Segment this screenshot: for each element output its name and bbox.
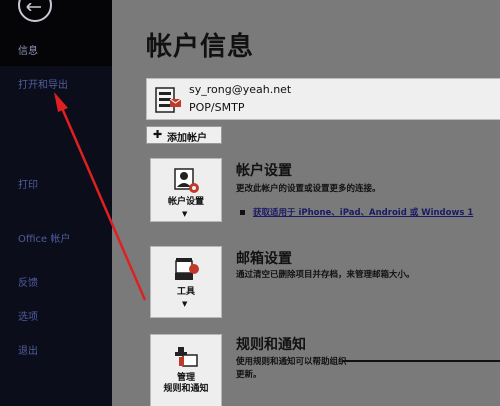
manage-rules-button[interactable]: 管理 规则和通知 <box>150 334 222 406</box>
account-email: sy_rong@yeah.net <box>189 83 292 96</box>
rules-alerts-title: 规则和通知 <box>236 337 306 353</box>
account-settings-button[interactable]: 帐户设置 ▼ <box>150 158 222 222</box>
account-settings-tile-label: 帐户设置 <box>167 197 204 207</box>
sidebar-item-info[interactable]: 信息 <box>18 46 38 58</box>
manage-rules-label-line2: 规则和通知 <box>163 384 209 394</box>
mailbox-settings-desc: 通过清空已删除项目并存档，来管理邮箱大小。 <box>236 270 415 280</box>
account-settings-title: 帐户设置 <box>236 163 292 179</box>
rules-alerts-icon <box>175 347 198 367</box>
mobile-app-bullet: 获取适用于 iPhone、iPad、Android 或 Windows 1 <box>240 206 473 218</box>
mail-account-icon <box>155 87 182 113</box>
add-account-label: 添加帐户 <box>167 133 207 144</box>
plus-icon: ✚ <box>153 128 163 141</box>
tools-icon <box>175 258 199 280</box>
sidebar-selected-background <box>0 0 112 66</box>
sidebar-item-print[interactable]: 打印 <box>18 180 38 192</box>
mobile-app-link[interactable]: 获取适用于 iPhone、iPad、Android 或 Windows 1 <box>253 208 473 218</box>
account-settings-icon <box>174 168 199 193</box>
back-arrow-icon <box>26 3 41 11</box>
bullet-icon <box>240 210 245 215</box>
sidebar-item-open-export[interactable]: 打开和导出 <box>18 80 68 92</box>
chevron-down-icon: ▼ <box>182 300 188 308</box>
add-account-button[interactable]: ✚ 添加帐户 <box>146 126 222 144</box>
sidebar-item-office-account[interactable]: Office 帐户 <box>18 234 78 246</box>
tools-button[interactable]: 工具 ▼ <box>150 246 222 318</box>
manage-rules-label-line1: 管理 <box>176 373 195 383</box>
tools-tile-label: 工具 <box>176 287 195 297</box>
sidebar-item-options[interactable]: 选项 <box>18 312 38 324</box>
account-selector[interactable]: sy_rong@yeah.net POP/SMTP <box>146 78 500 120</box>
backstage-sidebar: 信息 打开和导出 打印 Office 帐户 反馈 选项 退出 <box>0 0 112 406</box>
rules-alerts-desc-line2: 更新。 <box>236 370 262 380</box>
sidebar-item-exit[interactable]: 退出 <box>18 346 38 358</box>
chevron-down-icon: ▼ <box>182 210 188 218</box>
account-settings-desc: 更改此帐户的设置或设置更多的连接。 <box>236 184 381 194</box>
main-content: 帐户信息 sy_rong@yeah.net POP/SMTP ✚ 添加帐户 帐户… <box>112 0 500 406</box>
mailbox-settings-title: 邮箱设置 <box>236 251 292 267</box>
rules-alerts-desc-line1: 使用规则和通知可以帮助组织 <box>236 357 347 367</box>
account-type: POP/SMTP <box>189 101 245 114</box>
page-title: 帐户信息 <box>146 32 255 62</box>
sidebar-item-feedback[interactable]: 反馈 <box>18 278 38 290</box>
rules-alerts-desc-divider <box>342 360 500 362</box>
